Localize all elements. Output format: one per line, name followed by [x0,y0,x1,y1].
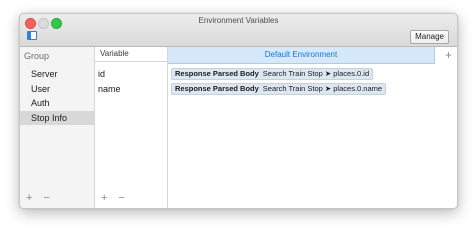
environment-values: Response Parsed Body Search Train Stop ➤ … [171,67,457,96]
environment-value-row[interactable]: Response Parsed Body Search Train Stop ➤ … [171,82,457,97]
manage-button[interactable]: Manage [410,30,449,44]
sidebar-toggle-icon[interactable] [27,31,37,40]
variable-actions: + − [101,192,133,204]
remove-variable-button[interactable]: − [119,192,125,204]
variable-header: Variable [95,47,167,62]
dynamic-value-token[interactable]: Response Parsed Body Search Train Stop ➤ … [171,68,374,81]
window-title: Environment Variables [198,16,279,25]
token-detail: Search Train Stop ➤ places.0.id [262,69,370,79]
environment-value-row[interactable]: Response Parsed Body Search Train Stop ➤ … [171,67,457,82]
dynamic-value-token[interactable]: Response Parsed Body Search Train Stop ➤ … [171,82,387,95]
token-kind: Response Parsed Body [175,83,259,93]
add-variable-button[interactable]: + [101,192,107,204]
token-kind: Response Parsed Body [175,69,259,79]
token-detail: Search Train Stop ➤ places.0.name [262,83,383,93]
variable-item-id[interactable]: id [95,67,167,82]
environment-header[interactable]: Default Environment [168,47,435,64]
group-item-stop-info[interactable]: Stop Info [20,110,94,125]
remove-group-button[interactable]: − [44,192,50,204]
group-item-user[interactable]: User [20,82,94,97]
group-list: Server User Auth Stop Info [20,67,94,125]
add-group-button[interactable]: + [26,192,32,204]
group-column: Group Server User Auth Stop Info + − [20,47,95,208]
content-area: Group Server User Auth Stop Info + − Var… [20,47,457,208]
title-bar: Environment Variables Manage [20,14,457,47]
environment-column: Default Environment + Response Parsed Bo… [168,47,457,208]
group-item-auth[interactable]: Auth [20,96,94,111]
variable-item-name[interactable]: name [95,82,167,97]
group-item-server[interactable]: Server [20,67,94,82]
variable-column: Variable id name + − [95,47,168,208]
add-environment-button[interactable]: + [445,48,452,62]
variable-list: id name [95,67,167,96]
group-actions: + − [26,192,58,204]
environment-variables-window: Environment Variables Manage Group Serve… [19,13,458,209]
group-header: Group [24,51,50,61]
